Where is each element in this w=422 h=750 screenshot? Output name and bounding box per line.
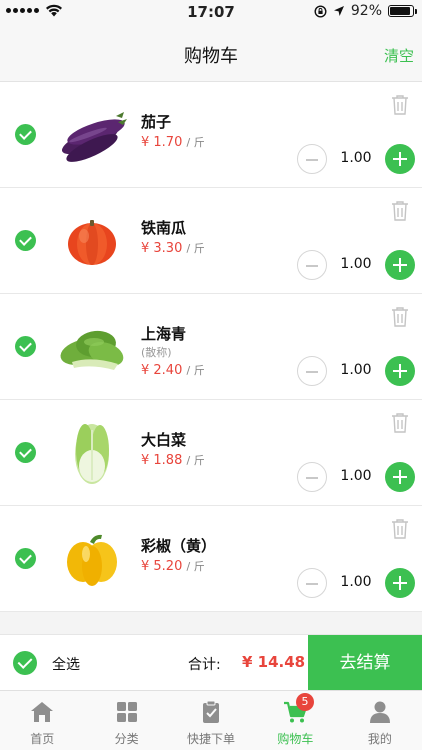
item-unit: / 斤 [186,454,205,467]
cart-item: 茄子 ¥ 1.70 / 斤 1.00 [0,82,422,188]
page-title: 购物车 [184,46,238,67]
pumpkin-image [52,208,132,274]
person-icon [369,701,390,723]
status-right-area: 92% [314,3,417,19]
cart-item: 铁南瓜 ¥ 3.30 / 斤 1.00 [0,188,422,294]
item-info: 茄子 ¥ 1.70 / 斤 [141,112,205,152]
tab-profile[interactable]: 我的 [338,691,422,750]
item-unit: / 斤 [186,560,205,573]
item-name: 上海青 [141,325,187,343]
select-all-label[interactable]: 全选 [52,654,80,674]
tab-label: 快捷下单 [187,732,236,746]
trash-icon[interactable] [390,518,410,540]
item-price-line: ¥ 2.40 / 斤 [141,362,205,380]
tab-label: 首页 [30,732,55,746]
trash-icon[interactable] [390,200,410,222]
grid-icon [116,702,137,722]
quantity-value: 1.00 [340,362,372,378]
tab-quick-order[interactable]: 快捷下单 [169,691,253,750]
total-value: ¥ 14.48 [242,653,306,671]
trash-icon[interactable] [390,94,410,116]
item-checkbox[interactable] [15,124,36,145]
item-price-line: ¥ 1.88 / 斤 [141,452,205,470]
decrease-quantity-button[interactable] [297,568,327,598]
quantity-value: 1.00 [340,468,372,484]
increase-quantity-button[interactable] [385,250,415,280]
item-info: 大白菜 ¥ 1.88 / 斤 [141,430,205,470]
eggplant-image [52,102,132,168]
trash-icon[interactable] [390,306,410,328]
checkout-bar: 全选 合计: ¥ 14.48 去结算 [0,634,422,691]
item-name: 彩椒（黄） [141,537,217,555]
increase-quantity-button[interactable] [385,568,415,598]
cart-item: 彩椒（黄） ¥ 5.20 / 斤 1.00 [0,506,422,612]
item-name: 大白菜 [141,431,187,449]
item-info: 铁南瓜 ¥ 3.30 / 斤 [141,218,205,258]
item-checkbox[interactable] [15,336,36,357]
cart-item: 上海青 (散称) ¥ 2.40 / 斤 1.00 [0,294,422,400]
battery-icon [388,5,417,17]
status-bar: 17:07 92% [0,0,422,24]
tab-label: 我的 [367,732,392,746]
increase-quantity-button[interactable] [385,462,415,492]
quantity-value: 1.00 [340,574,372,590]
item-price: ¥ 1.70 [141,135,183,150]
item-checkbox[interactable] [15,230,36,251]
quantity-value: 1.00 [340,150,372,166]
increase-quantity-button[interactable] [385,144,415,174]
checkout-button[interactable]: 去结算 [308,635,422,691]
location-arrow-icon [333,6,344,16]
increase-quantity-button[interactable] [385,356,415,386]
item-price-line: ¥ 5.20 / 斤 [141,558,216,576]
tab-bar: 首页 分类 快捷下单 购物车 我的 [0,690,422,750]
trash-icon[interactable] [390,412,410,434]
item-checkbox[interactable] [15,442,36,463]
decrease-quantity-button[interactable] [297,462,327,492]
quantity-value: 1.00 [340,256,372,272]
item-info: 上海青 (散称) ¥ 2.40 / 斤 [141,324,205,380]
yellow-pepper-image [52,526,132,592]
cart-count-badge: 5 [296,693,314,711]
item-name: 茄子 [141,113,172,131]
item-price: ¥ 3.30 [141,241,183,256]
tab-label: 分类 [114,732,139,746]
battery-percent: 92% [350,3,382,19]
item-price: ¥ 5.20 [141,559,183,574]
orientation-lock-icon [314,4,327,18]
item-price-line: ¥ 1.70 / 斤 [141,134,205,152]
tab-label: 购物车 [277,732,314,746]
select-all-checkbox[interactable] [13,651,37,675]
tab-category[interactable]: 分类 [84,691,168,750]
napa-cabbage-image [52,420,132,486]
decrease-quantity-button[interactable] [297,144,327,174]
cart-list: 茄子 ¥ 1.70 / 斤 1.00 铁南瓜 ¥ 3.30 / 斤 1.00 上… [0,82,422,612]
decrease-quantity-button[interactable] [297,250,327,280]
item-unit: / 斤 [186,136,205,149]
item-info: 彩椒（黄） ¥ 5.20 / 斤 [141,536,216,576]
tab-home[interactable]: 首页 [0,691,84,750]
home-icon [31,702,54,722]
item-checkbox[interactable] [15,548,36,569]
decrease-quantity-button[interactable] [297,356,327,386]
nav-bar: 购物车 清空 [0,24,422,82]
item-price: ¥ 2.40 [141,363,183,378]
clipboard-check-icon [203,700,220,723]
item-spec: (散称) [141,346,172,359]
item-unit: / 斤 [186,242,205,255]
item-price: ¥ 1.88 [141,453,183,468]
bok-choy-image [52,314,132,380]
item-price-line: ¥ 3.30 / 斤 [141,240,205,258]
cart-item: 大白菜 ¥ 1.88 / 斤 1.00 [0,400,422,506]
item-name: 铁南瓜 [141,219,187,237]
total-label: 合计: [188,657,221,673]
clear-cart-button[interactable]: 清空 [384,45,414,66]
item-unit: / 斤 [186,364,205,377]
